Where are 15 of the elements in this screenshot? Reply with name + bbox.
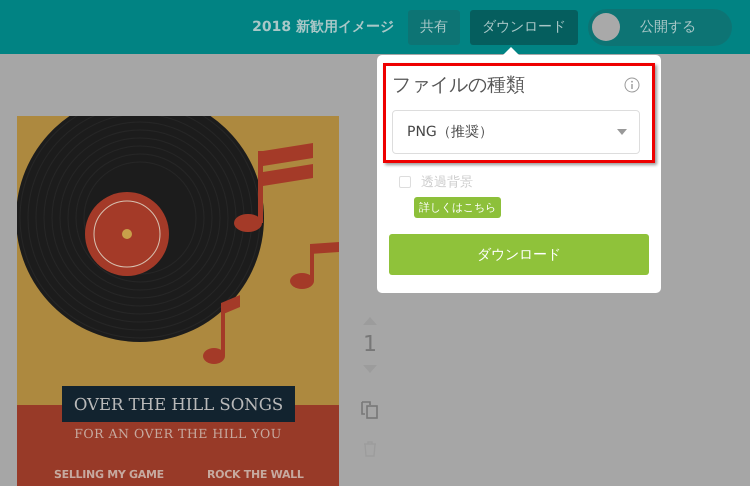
header-button[interactable]: 共有 xyxy=(408,10,460,44)
file-type-dropdown[interactable]: PNG（推奨） xyxy=(392,110,640,154)
song-title: ROCK THE WALL xyxy=(207,468,304,481)
help-link[interactable]: 詳しくはこちら xyxy=(414,197,501,218)
publish-toggle[interactable]: 公開する xyxy=(588,8,732,46)
info-icon xyxy=(624,77,640,93)
dropdown-caret-icon xyxy=(617,129,627,135)
header-button[interactable]: ダウンロード xyxy=(470,10,578,44)
panel-heading: ファイルの種類 xyxy=(392,73,525,98)
poster-title: OVER THE HILL SONGS xyxy=(62,386,295,422)
copy-icon[interactable] xyxy=(361,401,379,419)
poster-subtitle: FOR AN OVER THE HILL YOU xyxy=(73,426,283,441)
document-title: 2018 新歓用イメージ xyxy=(252,18,394,36)
song-title: SELLING MY GAME xyxy=(54,468,164,481)
download-button[interactable]: ダウンロード xyxy=(389,234,649,275)
